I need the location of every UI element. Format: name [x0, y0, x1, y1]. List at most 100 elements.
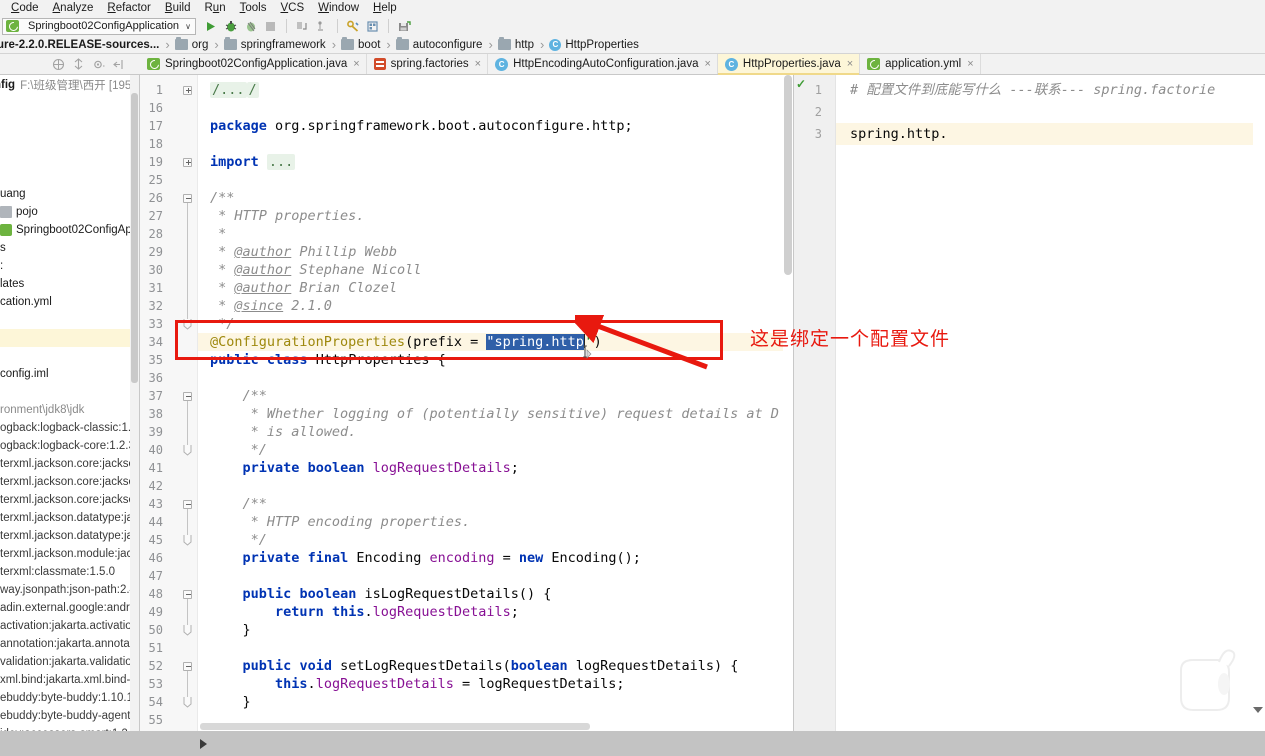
- project-tree-item[interactable]: pojo: [0, 203, 139, 221]
- chevron-down-icon[interactable]: ∨: [185, 22, 191, 31]
- save-all-button[interactable]: [395, 17, 413, 35]
- menu-item-refactor[interactable]: Refactor: [100, 0, 157, 16]
- line-number[interactable]: 49: [140, 603, 163, 621]
- line-number[interactable]: 39: [140, 423, 163, 441]
- code-line[interactable]: * @author Phillip Webb: [210, 243, 397, 261]
- breadcrumb-item-http[interactable]: http: [496, 36, 537, 53]
- editor-tab-springboot02configapplication-java[interactable]: Springboot02ConfigApplication.java ×: [140, 54, 367, 74]
- menu-item-vcs[interactable]: VCS: [273, 0, 311, 16]
- breadcrumb-item-httpproperties[interactable]: C HttpProperties: [547, 36, 642, 53]
- line-number[interactable]: 1: [140, 81, 163, 99]
- layout-button[interactable]: [364, 17, 382, 35]
- line-number[interactable]: 45: [140, 531, 163, 549]
- line-number[interactable]: 53: [140, 675, 163, 693]
- line-number[interactable]: 41: [140, 459, 163, 477]
- code-line[interactable]: *: [210, 225, 226, 243]
- line-number[interactable]: 36: [140, 369, 163, 387]
- code-line[interactable]: * @author Stephane Nicoll: [210, 261, 421, 279]
- project-tree-item[interactable]: uang: [0, 185, 139, 203]
- project-tree-item[interactable]: terxml.jackson.module:jackso: [0, 545, 139, 563]
- code-line[interactable]: * HTTP encoding properties.: [210, 513, 470, 531]
- project-tree-item[interactable]: ronment\jdk8\jdk: [0, 401, 139, 419]
- project-tree-item[interactable]: activation:jakarta.activation-ap: [0, 617, 139, 635]
- yaml-editor[interactable]: ✓ 123 # 配置文件到底能写什么 ---联系--- spring.facto…: [793, 75, 1265, 731]
- rerun-button[interactable]: [313, 17, 331, 35]
- code-line[interactable]: }: [210, 693, 251, 711]
- gear-icon[interactable]: [92, 58, 105, 71]
- code-line[interactable]: * @author Brian Clozel: [210, 279, 397, 297]
- project-tree-item[interactable]: lates: [0, 275, 139, 293]
- line-number[interactable]: 1: [800, 79, 822, 101]
- expand-all-icon[interactable]: [72, 57, 85, 71]
- project-tree-item[interactable]: :: [0, 257, 139, 275]
- code-line[interactable]: */: [210, 315, 234, 333]
- code-line[interactable]: */: [210, 441, 267, 459]
- debug-button[interactable]: [222, 17, 240, 35]
- run-button[interactable]: [202, 17, 220, 35]
- breadcrumb-item-org[interactable]: org: [173, 36, 212, 53]
- play-arrow-icon[interactable]: [200, 739, 207, 749]
- project-tree-item[interactable]: cation.yml: [0, 293, 139, 311]
- editor-tab-httpencodingautoconfiguration-java[interactable]: C HttpEncodingAutoConfiguration.java ×: [488, 54, 718, 74]
- scrollbar-thumb[interactable]: [131, 93, 138, 383]
- code-line[interactable]: private final Encoding encoding = new En…: [210, 549, 641, 567]
- line-number[interactable]: 43: [140, 495, 163, 513]
- line-number[interactable]: 26: [140, 189, 163, 207]
- project-panel-scrollbar[interactable]: [130, 75, 139, 731]
- project-tool-window[interactable]: nfig F:\班级管理\西开 [19525] uang pojo Springboot…: [0, 75, 140, 731]
- project-tree-item[interactable]: ebuddy:byte-buddy-agent:1.10: [0, 707, 139, 725]
- line-number[interactable]: 54: [140, 693, 163, 711]
- code-line[interactable]: @ConfigurationProperties(prefix = "sprin…: [210, 333, 602, 351]
- project-tree-item[interactable]: way.jsonpath:json-path:2.4.0: [0, 581, 139, 599]
- code-line[interactable]: public boolean isLogRequestDetails() {: [210, 585, 552, 603]
- line-number[interactable]: 32: [140, 297, 163, 315]
- line-number[interactable]: 33: [140, 315, 163, 333]
- line-number[interactable]: 17: [140, 117, 163, 135]
- editor-tab-spring-factories[interactable]: spring.factories ×: [366, 54, 489, 74]
- fold-expand-icon[interactable]: [182, 81, 193, 99]
- line-number[interactable]: 19: [140, 153, 163, 171]
- code-line[interactable]: package org.springframework.boot.autocon…: [210, 117, 633, 135]
- project-tree-item[interactable]: terxml:classmate:1.5.0: [0, 563, 139, 581]
- scrollbar-thumb[interactable]: [200, 723, 590, 730]
- project-tree-item[interactable]: ogback:logback-classic:1.2.3: [0, 419, 139, 437]
- line-number[interactable]: 18: [140, 135, 163, 153]
- code-line[interactable]: private boolean logRequestDetails;: [210, 459, 519, 477]
- scrollbar-thumb[interactable]: [784, 75, 792, 275]
- project-tree-item[interactable]: terxml.jackson.core:jackson-a: [0, 455, 139, 473]
- menu-item-code[interactable]: Code: [4, 0, 46, 16]
- yaml-editor-gutter[interactable]: ✓ 123: [794, 75, 836, 731]
- code-line[interactable]: /**: [210, 495, 267, 513]
- yaml-code-line[interactable]: spring.http.: [850, 123, 948, 145]
- java-editor[interactable]: 1 16 17 18 19 25 26 27 28 29 30 31 32 33 34 35 36 37 38 39 4…: [140, 75, 793, 731]
- java-code-content[interactable]: /... / package org.springframework.boot.au…: [198, 75, 793, 731]
- breadcrumb-item-autoconfigure[interactable]: autoconfigure: [394, 36, 486, 53]
- code-line[interactable]: * Whether logging of (potentially sensit…: [210, 405, 779, 423]
- line-number[interactable]: 30: [140, 261, 163, 279]
- line-number[interactable]: 38: [140, 405, 163, 423]
- line-number[interactable]: 29: [140, 243, 163, 261]
- project-tree-item[interactable]: validation:jakarta.validation-a: [0, 653, 139, 671]
- line-number[interactable]: 55: [140, 711, 163, 729]
- line-number[interactable]: 37: [140, 387, 163, 405]
- editor-vertical-scrollbar[interactable]: [783, 75, 793, 731]
- line-number[interactable]: 34: [140, 333, 163, 351]
- line-number[interactable]: 48: [140, 585, 163, 603]
- update-app-button[interactable]: [293, 17, 311, 35]
- code-line[interactable]: * is allowed.: [210, 423, 357, 441]
- project-tree-item[interactable]: terxml.jackson.core:jackson-d: [0, 491, 139, 509]
- project-tree-item[interactable]: Springboot02ConfigApplica: [0, 221, 139, 239]
- code-line[interactable]: /**: [210, 387, 267, 405]
- editor-tab-application-yml[interactable]: application.yml ×: [860, 54, 981, 74]
- close-icon[interactable]: ×: [475, 58, 481, 70]
- project-tree-item[interactable]: s: [0, 239, 139, 257]
- editor-horizontal-scrollbar[interactable]: [198, 722, 783, 731]
- line-number[interactable]: 51: [140, 639, 163, 657]
- breadcrumb-item-springframework[interactable]: springframework: [222, 36, 329, 53]
- line-number[interactable]: 42: [140, 477, 163, 495]
- project-tree-item[interactable]: terxml.jackson.datatype:jacks: [0, 509, 139, 527]
- menu-item-tools[interactable]: Tools: [233, 0, 274, 16]
- yaml-code-content[interactable]: # 配置文件到底能写什么 ---联系--- spring.factorie spr…: [836, 75, 1265, 731]
- scroll-down-arrow-icon[interactable]: [1253, 707, 1263, 713]
- code-line[interactable]: * HTTP properties.: [210, 207, 364, 225]
